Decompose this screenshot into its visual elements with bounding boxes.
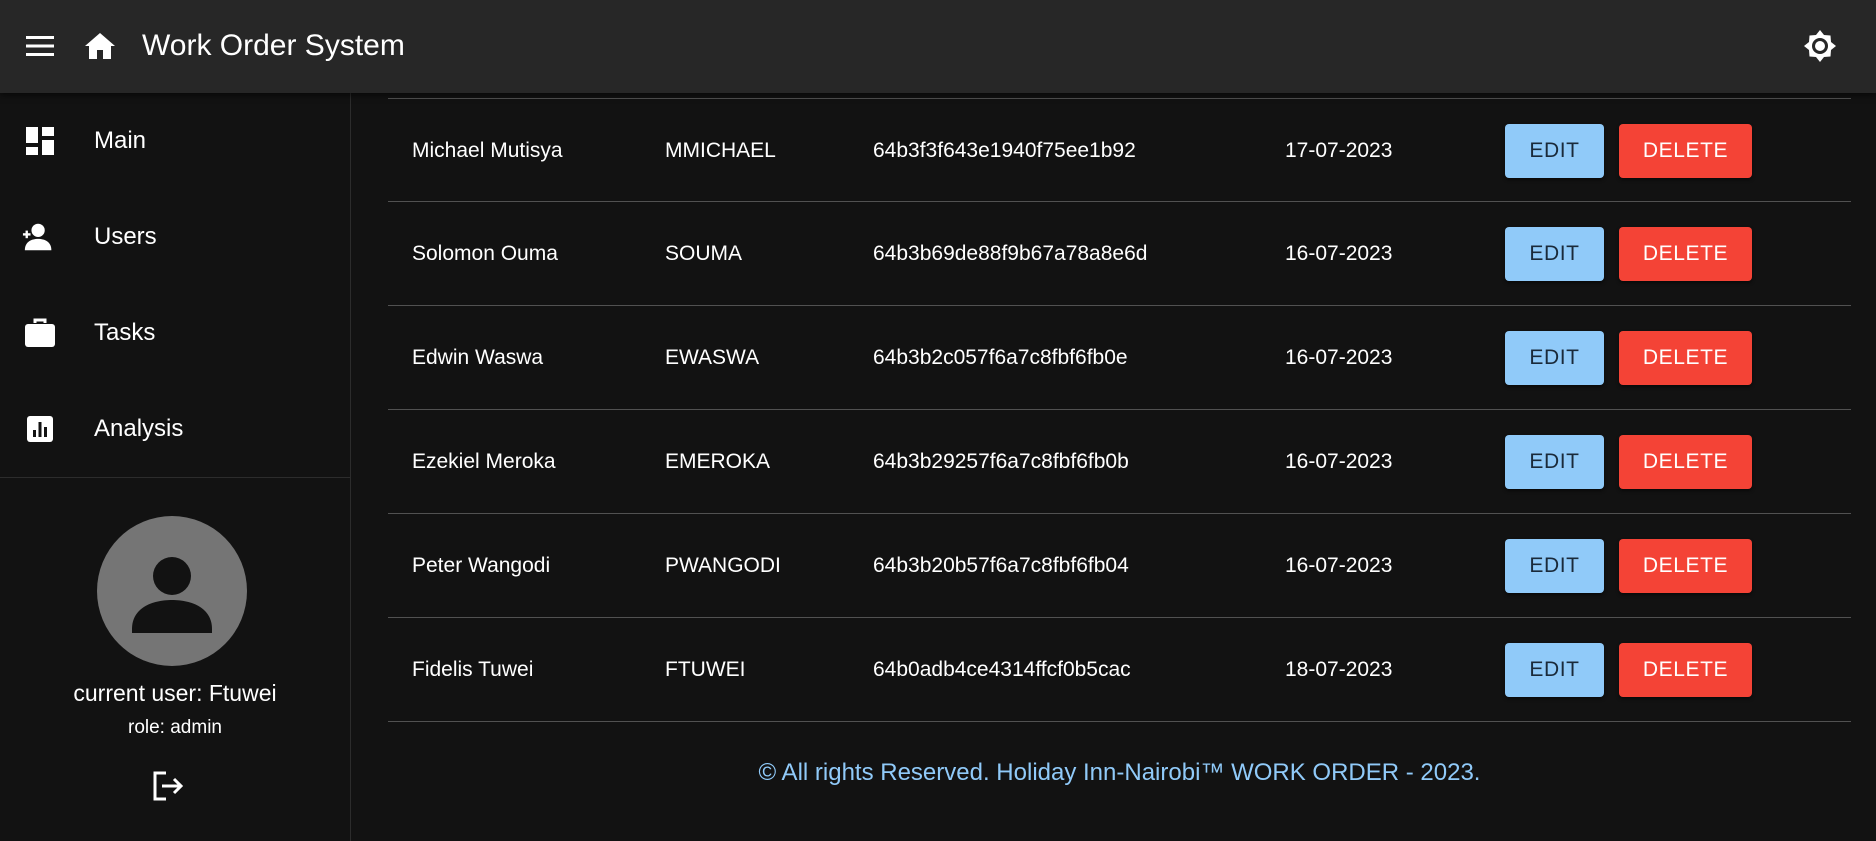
date-cell: 16-07-2023 <box>1285 242 1393 265</box>
home-icon[interactable] <box>80 26 120 66</box>
sidebar-divider <box>0 477 350 478</box>
person-add-icon <box>22 219 58 255</box>
main-content: Michael Mutisya MMICHAEL 64b3f3f643e1940… <box>388 93 1851 841</box>
app-title: Work Order System <box>142 29 405 62</box>
sidebar-item-analysis[interactable]: Analysis <box>0 381 350 477</box>
table-row: Solomon Ouma SOUMA 64b3b69de88f9b67a78a8… <box>388 202 1851 306</box>
users-table: Michael Mutisya MMICHAEL 64b3f3f643e1940… <box>388 98 1851 722</box>
user-name-cell: Fidelis Tuwei <box>412 658 534 681</box>
table-row: Edwin Waswa EWASWA 64b3b2c057f6a7c8fbf6f… <box>388 306 1851 410</box>
sidebar-item-label: Main <box>94 127 147 154</box>
dashboard-icon <box>22 123 58 159</box>
delete-button[interactable]: DELETE <box>1619 227 1752 281</box>
user-name-cell: Ezekiel Meroka <box>412 450 556 473</box>
date-cell: 16-07-2023 <box>1285 554 1393 577</box>
date-cell: 16-07-2023 <box>1285 346 1393 369</box>
username-cell: MMICHAEL <box>665 139 776 162</box>
menu-icon[interactable] <box>22 28 58 64</box>
user-name-cell: Solomon Ouma <box>412 242 558 265</box>
brightness-icon[interactable] <box>1798 24 1842 68</box>
username-cell: EWASWA <box>665 346 760 369</box>
role-label: role: admin <box>128 717 222 738</box>
user-id-cell: 64b3b69de88f9b67a78a8e6d <box>873 242 1148 265</box>
delete-button[interactable]: DELETE <box>1619 435 1752 489</box>
delete-button[interactable]: DELETE <box>1619 643 1752 697</box>
table-row: Peter Wangodi PWANGODI 64b3b20b57f6a7c8f… <box>388 514 1851 618</box>
user-name-cell: Michael Mutisya <box>412 139 563 162</box>
user-id-cell: 64b3b20b57f6a7c8fbf6fb04 <box>873 554 1129 577</box>
logout-icon[interactable] <box>152 766 186 806</box>
edit-button[interactable]: EDIT <box>1505 227 1604 281</box>
delete-button[interactable]: DELETE <box>1619 331 1752 385</box>
user-id-cell: 64b3b2c057f6a7c8fbf6fb0e <box>873 346 1128 369</box>
sidebar-item-tasks[interactable]: Tasks <box>0 285 350 381</box>
delete-button[interactable]: DELETE <box>1619 539 1752 593</box>
edit-button[interactable]: EDIT <box>1505 331 1604 385</box>
footer-copyright: © All rights Reserved. Holiday Inn-Nairo… <box>758 759 1481 786</box>
username-cell: SOUMA <box>665 242 743 265</box>
delete-button[interactable]: DELETE <box>1619 124 1752 178</box>
sidebar-item-main[interactable]: Main <box>0 93 350 189</box>
edit-button[interactable]: EDIT <box>1505 124 1604 178</box>
avatar <box>97 516 247 666</box>
edit-button[interactable]: EDIT <box>1505 435 1604 489</box>
sidebar-item-label: Tasks <box>94 319 156 346</box>
date-cell: 17-07-2023 <box>1285 139 1393 162</box>
person-icon <box>132 557 212 633</box>
date-cell: 16-07-2023 <box>1285 450 1393 473</box>
sidebar: Main Users Tasks Analysis current user: … <box>0 93 351 841</box>
app-bar: Work Order System <box>0 0 1876 93</box>
edit-button[interactable]: EDIT <box>1505 643 1604 697</box>
sidebar-item-label: Analysis <box>94 415 184 442</box>
edit-button[interactable]: EDIT <box>1505 539 1604 593</box>
sidebar-item-label: Users <box>94 223 157 250</box>
sidebar-item-users[interactable]: Users <box>0 189 350 285</box>
table-row: Michael Mutisya MMICHAEL 64b3f3f643e1940… <box>388 98 1851 202</box>
date-cell: 18-07-2023 <box>1285 658 1393 681</box>
username-cell: PWANGODI <box>665 554 781 577</box>
analytics-icon <box>22 411 58 447</box>
user-id-cell: 64b0adb4ce4314ffcf0b5cac <box>873 658 1131 681</box>
user-id-cell: 64b3b29257f6a7c8fbf6fb0b <box>873 450 1129 473</box>
username-cell: EMEROKA <box>665 450 771 473</box>
briefcase-icon <box>22 315 58 351</box>
username-cell: FTUWEI <box>665 658 746 681</box>
current-user-label: current user: Ftuwei <box>73 680 277 706</box>
table-row: Fidelis Tuwei FTUWEI 64b0adb4ce4314ffcf0… <box>388 618 1851 722</box>
user-name-cell: Peter Wangodi <box>412 554 551 577</box>
user-id-cell: 64b3f3f643e1940f75ee1b92 <box>873 139 1136 162</box>
table-row: Ezekiel Meroka EMEROKA 64b3b29257f6a7c8f… <box>388 410 1851 514</box>
user-name-cell: Edwin Waswa <box>412 346 544 369</box>
